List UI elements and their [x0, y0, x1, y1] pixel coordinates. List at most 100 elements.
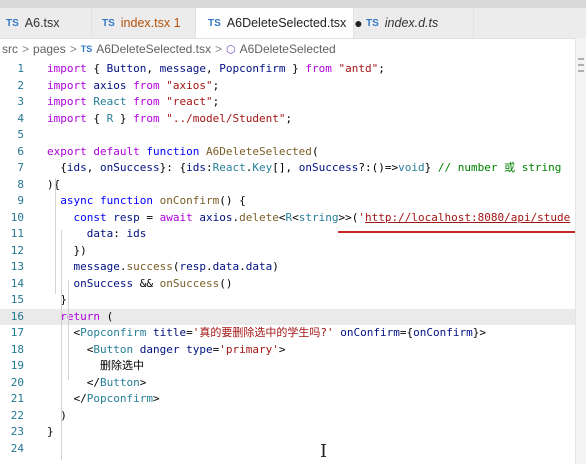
tab-label: A6.tsx	[24, 16, 60, 30]
code-line[interactable]: 6 export default function A6DeleteSelecte…	[0, 144, 576, 160]
scrollbar-marker	[578, 58, 584, 60]
code-text[interactable]: async function onConfirm() {	[47, 193, 245, 209]
line-number: 8	[17, 177, 24, 191]
breadcrumb-pages[interactable]: pages	[33, 42, 66, 56]
code-text[interactable]: {ids, onSuccess}: {ids:React.Key[], onSu…	[47, 160, 561, 176]
typescript-file-icon: TS	[366, 17, 379, 29]
line-number: 7	[17, 161, 24, 174]
code-line[interactable]: 11 data: ids	[0, 226, 576, 242]
line-number: 6	[17, 144, 24, 158]
code-line[interactable]: 19 删除选中	[0, 358, 576, 374]
line-number: 21	[10, 392, 24, 405]
code-line[interactable]: 14 onSuccess && onSuccess()	[0, 276, 576, 292]
code-line[interactable]: 21 </Popconfirm>	[0, 391, 576, 407]
code-line[interactable]: 10 const resp = await axios.delete<R<str…	[0, 210, 576, 226]
typescript-file-icon: TS	[102, 17, 115, 29]
line-number: 11	[10, 227, 24, 240]
indent-guide	[55, 178, 56, 294]
code-line[interactable]: 3 import React from "react";	[0, 94, 576, 110]
tab-label: A6DeleteSelected.tsx	[226, 16, 347, 30]
tab-a6-delete-selected[interactable]: TS A6DeleteSelected.tsx ●	[196, 8, 363, 38]
tab-label: index.d.ts	[384, 16, 439, 30]
code-text[interactable]: </Popconfirm>	[47, 391, 159, 407]
code-text[interactable]: }	[47, 292, 67, 308]
code-line[interactable]: 1 import { Button, message, Popconfirm } …	[0, 61, 576, 77]
code-text[interactable]: import React from "react";	[47, 94, 219, 110]
breadcrumb: src > pages > TS A6DeleteSelected.tsx > …	[0, 39, 586, 59]
tab-index-d-ts[interactable]: TS index.d.ts	[354, 8, 474, 38]
error-squiggle	[338, 231, 576, 233]
vertical-scrollbar[interactable]	[575, 38, 586, 464]
code-text[interactable]: )	[47, 408, 67, 424]
code-line[interactable]: 20 </Button>	[0, 375, 576, 391]
typescript-file-icon: TS	[80, 44, 93, 54]
code-line[interactable]: 7 {ids, onSuccess}: {ids:React.Key[], on…	[0, 160, 576, 176]
code-line[interactable]: 8 ){	[0, 177, 576, 193]
chevron-right-icon: >	[69, 42, 77, 56]
code-line[interactable]: 23}	[0, 424, 576, 440]
code-line[interactable]: 24	[0, 441, 576, 457]
scrollbar-marker	[578, 64, 584, 66]
tab-label: index.tsx 1	[120, 16, 181, 30]
code-line[interactable]: 16 return (	[0, 308, 576, 325]
typescript-file-icon: TS	[208, 17, 221, 29]
symbol-cube-icon: ⬡	[226, 43, 236, 56]
line-number: 16	[10, 309, 24, 323]
line-number: 10	[10, 210, 24, 224]
code-text[interactable]: import { R } from "../model/Student";	[47, 111, 292, 127]
line-number: 12	[10, 243, 24, 257]
code-text[interactable]: }	[47, 424, 54, 440]
line-number: 20	[10, 375, 24, 389]
breadcrumb-file[interactable]: A6DeleteSelected.tsx	[96, 42, 211, 56]
line-number: 22	[10, 408, 24, 422]
code-text[interactable]: return (	[47, 309, 113, 325]
code-text[interactable]: <Popconfirm title='真的要删除选中的学生吗?' onConfi…	[47, 325, 485, 341]
code-line[interactable]: 22 )	[0, 408, 576, 424]
code-line[interactable]: 2 import axios from "axios";	[0, 78, 576, 94]
code-editor[interactable]: 1 import { Button, message, Popconfirm } …	[0, 60, 576, 464]
line-number: 18	[10, 342, 24, 356]
indent-guide	[68, 280, 69, 380]
code-text[interactable]: <Button danger type='primary'>	[47, 342, 286, 358]
code-text[interactable]: import { Button, message, Popconfirm } f…	[47, 61, 385, 77]
code-line[interactable]: 18 <Button danger type='primary'>	[0, 342, 576, 358]
line-number: 13	[10, 260, 24, 273]
typescript-file-icon: TS	[6, 17, 19, 29]
indent-guide	[61, 230, 62, 460]
code-line[interactable]: 4 import { R } from "../model/Student";	[0, 111, 576, 127]
code-text[interactable]: onSuccess && onSuccess()	[47, 276, 233, 292]
breadcrumb-symbol[interactable]: A6DeleteSelected	[240, 42, 336, 56]
line-number: 5	[17, 128, 24, 141]
code-line[interactable]: 5	[0, 127, 576, 143]
line-number: 1	[17, 62, 24, 75]
line-number: 17	[10, 326, 24, 339]
code-text[interactable]: const resp = await axios.delete<R<string…	[47, 210, 571, 226]
tab-index-tsx[interactable]: TS index.tsx 1	[92, 8, 196, 38]
line-number: 9	[17, 194, 24, 207]
line-number: 24	[10, 441, 24, 455]
code-line[interactable]: 15 }	[0, 292, 576, 308]
editor-tab-bar: TS A6.tsx TS index.tsx 1 TS A6DeleteSele…	[0, 8, 586, 39]
code-text[interactable]: export default function A6DeleteSelected…	[47, 144, 319, 160]
line-number: 19	[10, 359, 24, 372]
text-cursor-icon: I	[320, 441, 328, 462]
line-number: 2	[17, 78, 24, 92]
line-number: 14	[10, 276, 24, 290]
window-title-strip	[0, 0, 586, 8]
line-number: 15	[10, 293, 24, 306]
code-text[interactable]: import axios from "axios";	[47, 78, 219, 94]
code-line[interactable]: 13 message.success(resp.data.data)	[0, 259, 576, 275]
line-number: 23	[10, 425, 24, 438]
line-number: 3	[17, 95, 24, 108]
code-text[interactable]: ){	[47, 177, 60, 193]
chevron-right-icon: >	[22, 42, 30, 56]
breadcrumb-src[interactable]: src	[2, 42, 18, 56]
code-line[interactable]: 12 })	[0, 243, 576, 259]
code-text[interactable]: })	[47, 243, 86, 259]
code-text[interactable]: message.success(resp.data.data)	[47, 259, 279, 275]
tab-a6[interactable]: TS A6.tsx	[0, 8, 92, 38]
chevron-right-icon: >	[214, 42, 222, 56]
code-line[interactable]: 17 <Popconfirm title='真的要删除选中的学生吗?' onCo…	[0, 325, 576, 341]
scrollbar-marker	[578, 70, 584, 72]
code-line[interactable]: 9 async function onConfirm() {	[0, 193, 576, 209]
